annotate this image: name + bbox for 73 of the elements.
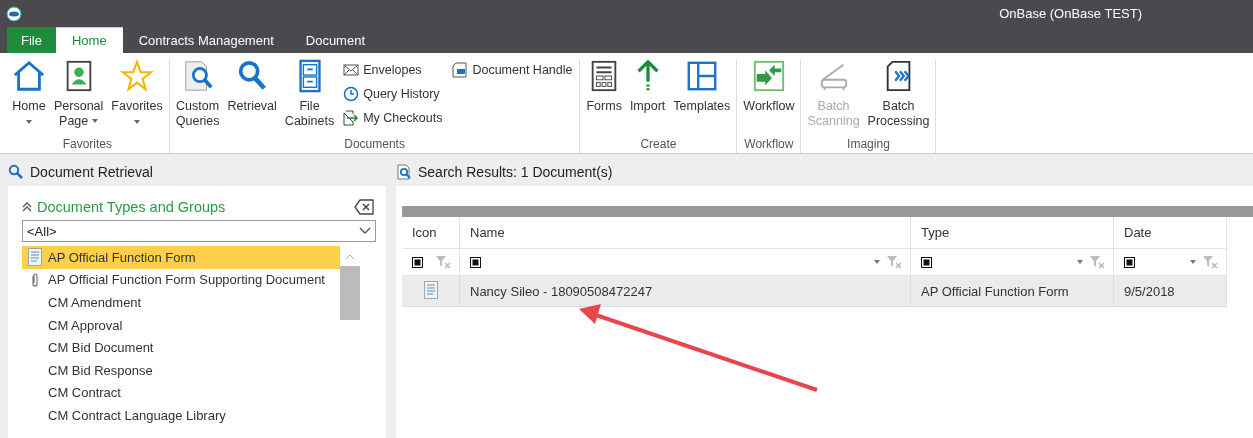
house-icon (12, 59, 46, 93)
table-cell: 9/5/2018 (1113, 275, 1227, 307)
collapse-icon[interactable] (22, 202, 32, 212)
document-type-item[interactable]: CM Bid Document (22, 336, 340, 359)
table-cell: Nancy Sileo - 18090508472247 (459, 275, 911, 307)
ribbon-small-button[interactable]: Query History (343, 83, 443, 105)
filter-toggle-icon[interactable] (412, 256, 423, 268)
document-type-item[interactable]: AP Official Function Form (22, 246, 340, 269)
scrollbar-thumb[interactable] (340, 266, 360, 320)
ribbon-small-button[interactable]: Document Handle (452, 59, 573, 81)
panel-title: Document Retrieval (30, 164, 153, 180)
column-header[interactable]: Date (1113, 217, 1227, 249)
ribbon-button[interactable]: Import (626, 59, 669, 137)
dropdown-caret-icon[interactable] (26, 120, 32, 124)
checkout-icon (343, 110, 360, 126)
document-type-item[interactable]: CM Approval (22, 313, 340, 337)
ribbon-button[interactable]: Personal Page (51, 59, 107, 137)
ribbon-button[interactable]: Retrieval (224, 59, 280, 137)
panel-title: Search Results: 1 Document(s) (418, 164, 613, 180)
dropdown-caret-icon[interactable] (1077, 260, 1083, 264)
group-label: Workflow (744, 137, 794, 153)
search-icon (8, 164, 24, 180)
ribbon-tab[interactable]: File (7, 27, 56, 53)
dropdown-caret-icon[interactable] (1190, 260, 1196, 264)
ribbon-tab[interactable]: Contracts Management (122, 27, 290, 53)
section-title: Document Types and Groups (37, 199, 226, 215)
ribbon-button[interactable]: Forms (583, 59, 625, 137)
column-header[interactable]: Name (459, 217, 911, 249)
app-logo-icon (6, 5, 22, 22)
group-label: Imaging (847, 137, 890, 153)
document-type-item[interactable]: CM Bid Response (22, 358, 340, 382)
group-label: Documents (344, 137, 405, 153)
ribbon-button[interactable]: Home (9, 59, 49, 137)
dropdown-caret-icon[interactable] (92, 118, 99, 123)
filter-toggle-icon[interactable] (1124, 256, 1135, 268)
envelope-icon (343, 62, 360, 78)
document-icon (452, 62, 469, 78)
scroll-up-icon[interactable] (345, 254, 355, 260)
document-type-item[interactable]: CM Contract (22, 381, 340, 405)
search-results-icon (396, 164, 412, 180)
ribbon-button[interactable]: Batch Processing (864, 59, 933, 137)
type-dropdown[interactable]: <All> (22, 220, 376, 242)
ribbon-button[interactable]: Templates (670, 59, 734, 137)
window-title: OnBase (OnBase TEST) (999, 6, 1142, 21)
dropdown-caret-icon[interactable] (874, 260, 880, 264)
column-header[interactable]: Type (910, 217, 1114, 249)
document-icon (423, 280, 438, 299)
document-type-item[interactable]: AP Official Function Form Supporting Document (22, 268, 340, 292)
document-type-item[interactable]: CM Amendment (22, 291, 340, 314)
star-icon (120, 59, 155, 93)
ribbon-button[interactable]: Custom Queries (172, 59, 223, 137)
column-header[interactable]: Icon (402, 217, 460, 249)
form-icon (28, 248, 42, 267)
dropdown-caret-icon[interactable] (134, 120, 141, 124)
filter-toggle-icon[interactable] (470, 256, 481, 268)
ribbon-button[interactable]: Workflow (740, 59, 798, 137)
clear-icon[interactable] (354, 199, 374, 215)
ribbon-small-button[interactable]: Envelopes (343, 59, 443, 81)
document-type-item[interactable]: CM Contract Language Library (22, 404, 340, 427)
group-label: Create (640, 137, 677, 153)
chevron-down-icon (359, 227, 371, 235)
ribbon-button[interactable]: File Cabinets (281, 59, 338, 137)
paperclip-icon (31, 271, 39, 288)
ribbon-button[interactable]: Favorites (108, 59, 166, 137)
group-label: Favorites (62, 137, 113, 153)
filter-toggle-icon[interactable] (921, 256, 932, 268)
ribbon-small-button[interactable]: My Checkouts (343, 107, 443, 129)
table-cell: AP Official Function Form (910, 275, 1114, 307)
clock-icon (343, 86, 360, 102)
workflow-icon (751, 59, 786, 93)
result-row[interactable]: Nancy Sileo - 18090508472247 AP Official Function Form 9/5/2018 (402, 275, 1227, 307)
ribbon-tab[interactable]: Document (289, 27, 381, 53)
ribbon-tab[interactable]: Home (55, 27, 123, 53)
